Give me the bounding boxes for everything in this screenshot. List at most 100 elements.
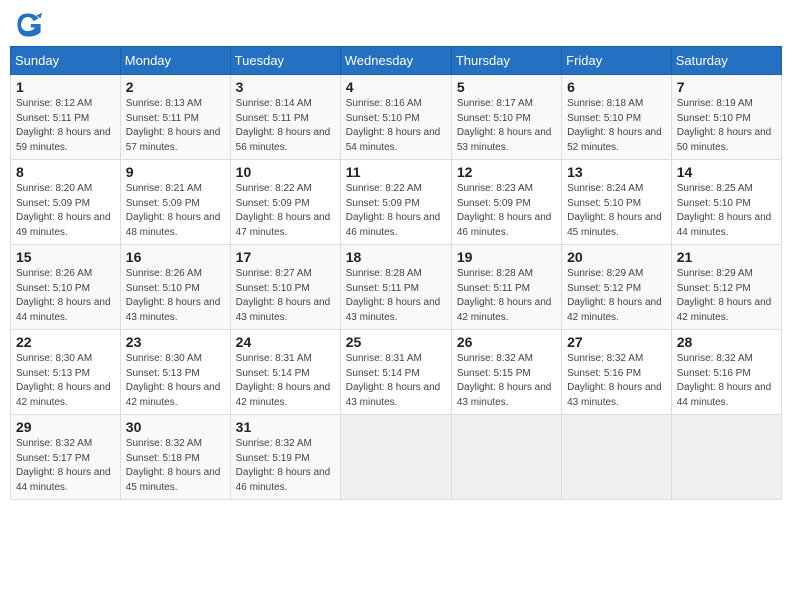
day-detail: Sunrise: 8:30 AMSunset: 5:13 PMDaylight:… <box>126 352 225 410</box>
calendar-week-row: 8 Sunrise: 8:20 AMSunset: 5:09 PMDaylight… <box>11 160 782 245</box>
day-number: 22 <box>16 334 115 350</box>
calendar-day-cell: 11 Sunrise: 8:22 AMSunset: 5:09 PMDayligh… <box>340 160 451 245</box>
day-detail: Sunrise: 8:32 AMSunset: 5:17 PMDaylight:… <box>16 437 115 495</box>
day-detail: Sunrise: 8:16 AMSunset: 5:10 PMDaylight:… <box>346 97 446 155</box>
day-detail: Sunrise: 8:18 AMSunset: 5:10 PMDaylight:… <box>567 97 666 155</box>
day-number: 24 <box>236 334 335 350</box>
calendar-week-row: 1 Sunrise: 8:12 AMSunset: 5:11 PMDaylight… <box>11 75 782 160</box>
calendar-day-cell: 4 Sunrise: 8:16 AMSunset: 5:10 PMDaylight… <box>340 75 451 160</box>
day-number: 7 <box>677 79 776 95</box>
day-number: 12 <box>457 164 556 180</box>
calendar-day-cell: 5 Sunrise: 8:17 AMSunset: 5:10 PMDaylight… <box>451 75 561 160</box>
day-detail: Sunrise: 8:32 AMSunset: 5:16 PMDaylight:… <box>567 352 666 410</box>
calendar-day-cell: 20Sunrise: 8:29 AMSunset: 5:12 PMDayligh… <box>562 245 672 330</box>
logo-icon <box>14 10 42 38</box>
day-number: 29 <box>16 419 115 435</box>
day-of-week-header: Thursday <box>451 47 561 75</box>
calendar-day-cell: 24 Sunrise: 8:31 AMSunset: 5:14 PMDayligh… <box>230 330 340 415</box>
day-detail: Sunrise: 8:32 AMSunset: 5:18 PMDaylight:… <box>126 437 225 495</box>
day-detail: Sunrise: 8:24 AMSunset: 5:10 PMDaylight:… <box>567 182 666 240</box>
day-number: 5 <box>457 79 556 95</box>
day-detail: Sunrise: 8:21 AMSunset: 5:09 PMDaylight:… <box>126 182 225 240</box>
day-detail: Sunrise: 8:26 AMSunset: 5:10 PMDaylight:… <box>126 267 225 325</box>
day-detail: Sunrise: 8:13 AMSunset: 5:11 PMDaylight:… <box>126 97 225 155</box>
calendar-day-cell: 14 Sunrise: 8:25 AMSunset: 5:10 PMDayligh… <box>671 160 781 245</box>
calendar-week-row: 22 Sunrise: 8:30 AMSunset: 5:13 PMDayligh… <box>11 330 782 415</box>
day-number: 16 <box>126 249 225 265</box>
calendar-day-cell: 22Sunrise: 8:30 AMSunset: 5:13 PMDayligh… <box>11 330 121 415</box>
page-header <box>10 10 782 38</box>
day-number: 31 <box>236 419 335 435</box>
calendar-day-cell: 1 Sunrise: 8:12 AMSunset: 5:11 PMDaylight… <box>11 75 121 160</box>
calendar-day-cell <box>562 415 672 500</box>
calendar-day-cell: 19 Sunrise: 8:28 AMSunset: 5:11 PMDayligh… <box>451 245 561 330</box>
day-detail: Sunrise: 8:19 AMSunset: 5:10 PMDaylight:… <box>677 97 776 155</box>
calendar-body: 1 Sunrise: 8:12 AMSunset: 5:11 PMDaylight… <box>11 75 782 500</box>
day-detail: Sunrise: 8:32 AMSunset: 5:15 PMDaylight:… <box>457 352 556 410</box>
days-of-week-row: SundayMondayTuesdayWednesdayThursdayFrid… <box>11 47 782 75</box>
calendar-day-cell: 16 Sunrise: 8:26 AMSunset: 5:10 PMDayligh… <box>120 245 230 330</box>
day-number: 26 <box>457 334 556 350</box>
calendar-day-cell <box>451 415 561 500</box>
day-detail: Sunrise: 8:31 AMSunset: 5:14 PMDaylight:… <box>346 352 446 410</box>
day-number: 25 <box>346 334 446 350</box>
calendar-day-cell: 26 Sunrise: 8:32 AMSunset: 5:15 PMDayligh… <box>451 330 561 415</box>
day-number: 30 <box>126 419 225 435</box>
day-of-week-header: Monday <box>120 47 230 75</box>
day-number: 11 <box>346 164 446 180</box>
day-number: 19 <box>457 249 556 265</box>
day-of-week-header: Friday <box>562 47 672 75</box>
day-number: 1 <box>16 79 115 95</box>
day-detail: Sunrise: 8:28 AMSunset: 5:11 PMDaylight:… <box>457 267 556 325</box>
day-of-week-header: Tuesday <box>230 47 340 75</box>
calendar-table: SundayMondayTuesdayWednesdayThursdayFrid… <box>10 46 782 500</box>
day-number: 27 <box>567 334 666 350</box>
calendar-day-cell <box>340 415 451 500</box>
day-number: 17 <box>236 249 335 265</box>
calendar-week-row: 15 Sunrise: 8:26 AMSunset: 5:10 PMDayligh… <box>11 245 782 330</box>
day-detail: Sunrise: 8:23 AMSunset: 5:09 PMDaylight:… <box>457 182 556 240</box>
calendar-day-cell: 31 Sunrise: 8:32 AMSunset: 5:19 PMDayligh… <box>230 415 340 500</box>
calendar-day-cell: 27 Sunrise: 8:32 AMSunset: 5:16 PMDayligh… <box>562 330 672 415</box>
calendar-day-cell: 15Sunrise: 8:26 AMSunset: 5:10 PMDayligh… <box>11 245 121 330</box>
day-number: 8 <box>16 164 115 180</box>
day-number: 15 <box>16 249 115 265</box>
calendar-day-cell: 8 Sunrise: 8:20 AMSunset: 5:09 PMDaylight… <box>11 160 121 245</box>
day-number: 9 <box>126 164 225 180</box>
day-detail: Sunrise: 8:28 AMSunset: 5:11 PMDaylight:… <box>346 267 446 325</box>
calendar-day-cell: 23 Sunrise: 8:30 AMSunset: 5:13 PMDayligh… <box>120 330 230 415</box>
calendar-day-cell: 25 Sunrise: 8:31 AMSunset: 5:14 PMDayligh… <box>340 330 451 415</box>
day-detail: Sunrise: 8:29 AMSunset: 5:12 PMDaylight:… <box>677 267 776 325</box>
day-number: 23 <box>126 334 225 350</box>
calendar-day-cell <box>671 415 781 500</box>
calendar-day-cell: 3 Sunrise: 8:14 AMSunset: 5:11 PMDaylight… <box>230 75 340 160</box>
day-detail: Sunrise: 8:22 AMSunset: 5:09 PMDaylight:… <box>346 182 446 240</box>
day-detail: Sunrise: 8:27 AMSunset: 5:10 PMDaylight:… <box>236 267 335 325</box>
calendar-day-cell: 12 Sunrise: 8:23 AMSunset: 5:09 PMDayligh… <box>451 160 561 245</box>
day-detail: Sunrise: 8:32 AMSunset: 5:16 PMDaylight:… <box>677 352 776 410</box>
day-of-week-header: Wednesday <box>340 47 451 75</box>
day-number: 14 <box>677 164 776 180</box>
calendar-day-cell: 9 Sunrise: 8:21 AMSunset: 5:09 PMDaylight… <box>120 160 230 245</box>
calendar-day-cell: 2 Sunrise: 8:13 AMSunset: 5:11 PMDaylight… <box>120 75 230 160</box>
day-detail: Sunrise: 8:25 AMSunset: 5:10 PMDaylight:… <box>677 182 776 240</box>
day-number: 13 <box>567 164 666 180</box>
day-detail: Sunrise: 8:14 AMSunset: 5:11 PMDaylight:… <box>236 97 335 155</box>
calendar-day-cell: 21 Sunrise: 8:29 AMSunset: 5:12 PMDayligh… <box>671 245 781 330</box>
day-detail: Sunrise: 8:17 AMSunset: 5:10 PMDaylight:… <box>457 97 556 155</box>
day-number: 10 <box>236 164 335 180</box>
day-number: 2 <box>126 79 225 95</box>
day-number: 21 <box>677 249 776 265</box>
day-detail: Sunrise: 8:12 AMSunset: 5:11 PMDaylight:… <box>16 97 115 155</box>
day-detail: Sunrise: 8:20 AMSunset: 5:09 PMDaylight:… <box>16 182 115 240</box>
calendar-day-cell: 29 Sunrise: 8:32 AMSunset: 5:17 PMDayligh… <box>11 415 121 500</box>
day-number: 28 <box>677 334 776 350</box>
calendar-day-cell: 30 Sunrise: 8:32 AMSunset: 5:18 PMDayligh… <box>120 415 230 500</box>
logo <box>14 10 46 38</box>
day-detail: Sunrise: 8:32 AMSunset: 5:19 PMDaylight:… <box>236 437 335 495</box>
day-number: 4 <box>346 79 446 95</box>
day-number: 3 <box>236 79 335 95</box>
day-detail: Sunrise: 8:31 AMSunset: 5:14 PMDaylight:… <box>236 352 335 410</box>
day-of-week-header: Saturday <box>671 47 781 75</box>
calendar-day-cell: 6Sunrise: 8:18 AMSunset: 5:10 PMDaylight… <box>562 75 672 160</box>
